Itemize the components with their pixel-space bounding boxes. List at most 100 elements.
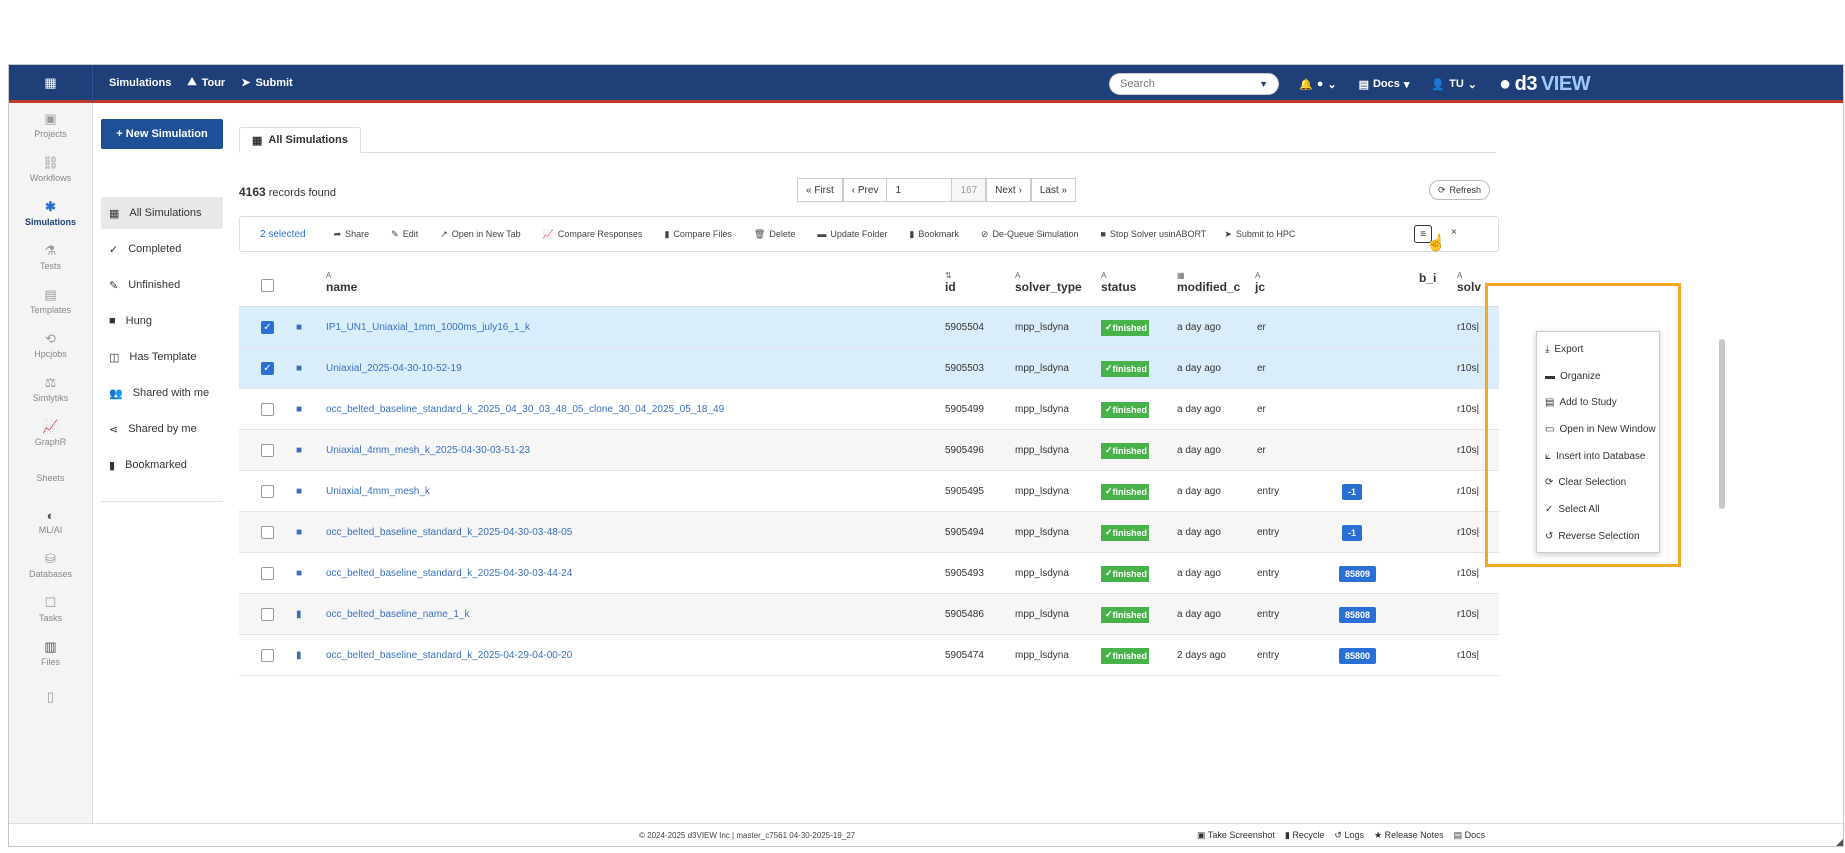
menu-item-reverse-selection[interactable]: ↺ Reverse Selection [1537, 523, 1659, 550]
job-id-badge[interactable]: 85808 [1339, 606, 1377, 623]
delete-button[interactable]: 🗑 Delete [754, 229, 795, 240]
open-new-tab-button[interactable]: ↗ Open in New Tab [440, 229, 520, 240]
notifications-button[interactable]: 🔔 ● ⌄ [1299, 78, 1337, 91]
search-box[interactable]: ▼ [1109, 73, 1279, 95]
user-menu[interactable]: 👤 TU ⌄ [1431, 78, 1477, 91]
sidenav-item-has-template[interactable]: ◫ Has Template [101, 341, 223, 373]
recycle-link[interactable]: ▮ Recycle [1285, 830, 1324, 841]
docs-menu[interactable]: ▤ Docs ▾ [1359, 78, 1410, 91]
pager-last-button[interactable]: Last » [1030, 178, 1077, 202]
simulation-name-link[interactable]: occ_belted_baseline_standard_k_2025-04-3… [326, 512, 926, 553]
row-checkbox[interactable] [261, 608, 274, 621]
menu-item-insert-database[interactable]: ⟀ Insert into Database [1537, 443, 1659, 470]
rail-item-sheets[interactable]: Sheets [9, 455, 92, 499]
rail-item-workflows[interactable]: ⛓ Workflows [9, 147, 92, 191]
tab-all-simulations[interactable]: ▦ All Simulations [239, 127, 361, 153]
simulation-name-link[interactable]: occ_belted_baseline_standard_k_2025-04-2… [326, 635, 926, 676]
resize-corner[interactable] [1831, 837, 1843, 846]
apps-menu-button[interactable]: ▦ [9, 65, 93, 102]
row-checkbox[interactable] [261, 526, 274, 539]
menu-item-clear-selection[interactable]: ⟳ Clear Selection [1537, 469, 1659, 496]
job-id-badge[interactable]: 85800 [1339, 647, 1377, 664]
simulation-name-link[interactable]: occ_belted_baseline_standard_k_2025-04-3… [326, 553, 926, 594]
d3view-logo[interactable]: ● d3 VIEW [1499, 73, 1591, 96]
row-checkbox[interactable] [261, 403, 274, 416]
table-row[interactable]: ▮ occ_belted_baseline_name_1_k 5905486 mpp_… [239, 594, 1499, 635]
vertical-scrollbar[interactable] [1719, 339, 1725, 509]
simulation-name-link[interactable]: occ_belted_baseline_standard_k_2025_04_3… [326, 389, 926, 430]
simulation-name-link[interactable]: Uniaxial_4mm_mesh_k_2025-04-30-03-51-23 [326, 430, 926, 471]
row-checkbox[interactable] [261, 649, 274, 662]
submit-button[interactable]: ➤ Submit [241, 76, 293, 90]
rail-item-simulations[interactable]: ✱ Simulations [9, 191, 92, 235]
column-job[interactable]: Ajc [1255, 271, 1265, 294]
tour-button[interactable]: ⛰ Tour [187, 76, 225, 89]
search-input[interactable] [1120, 78, 1240, 90]
sidenav-item-completed[interactable]: ✓ Completed [101, 233, 223, 265]
submit-hpc-button[interactable]: ➤ Submit to HPC [1224, 229, 1295, 240]
column-job-id[interactable]: b_i [1419, 271, 1436, 285]
rail-item-mlai[interactable]: ◐ ML/AI [9, 499, 92, 543]
menu-item-organize[interactable]: ▬ Organize [1537, 363, 1659, 390]
simulation-name-link[interactable]: occ_belted_baseline_name_1_k [326, 594, 926, 635]
search-dropdown-icon[interactable]: ▼ [1259, 79, 1268, 89]
sidenav-item-unfinished[interactable]: ✎ Unfinished [101, 269, 223, 301]
page-number-input[interactable]: 1 [887, 178, 952, 202]
edit-button[interactable]: ✎ Edit [391, 229, 418, 240]
row-checkbox[interactable] [261, 485, 274, 498]
menu-item-open-new-window[interactable]: ▭ Open in New Window [1537, 416, 1659, 443]
update-folder-button[interactable]: ▬ Update Folder [817, 229, 887, 239]
simulation-name-link[interactable]: Uniaxial_4mm_mesh_k [326, 471, 926, 512]
rail-item-files[interactable]: ▥ Files [9, 631, 92, 675]
pager-prev-button[interactable]: ‹ Prev [842, 178, 888, 202]
rail-item-tests[interactable]: ⚗ Tests [9, 235, 92, 279]
docs-link[interactable]: ▤ Docs [1454, 830, 1486, 841]
row-checkbox[interactable] [261, 567, 274, 580]
row-checkbox[interactable]: ✓ [261, 321, 274, 334]
column-solver[interactable]: Asolv [1457, 271, 1481, 294]
compare-files-button[interactable]: ▮ Compare Files [664, 229, 731, 240]
rail-item-templates[interactable]: ▤ Templates [9, 279, 92, 323]
table-row[interactable]: ■ occ_belted_baseline_standard_k_2025-04-… [239, 512, 1499, 553]
table-row[interactable]: ■ occ_belted_baseline_standard_k_2025-04-… [239, 553, 1499, 594]
share-button[interactable]: ➦ Share [334, 229, 370, 240]
toolbar-close-button[interactable]: × [1451, 227, 1457, 238]
column-status[interactable]: Astatus [1101, 271, 1136, 294]
pager-first-button[interactable]: « First [797, 178, 843, 202]
simulation-name-link[interactable]: IP1_UN1_Uniaxial_1mm_1000ms_july16_1_k [326, 307, 926, 348]
menu-item-add-to-study[interactable]: ▤ Add to Study [1537, 389, 1659, 416]
simulation-name-link[interactable]: Uniaxial_2025-04-30-10-52-19 [326, 348, 926, 389]
job-id-badge[interactable]: -1 [1342, 483, 1363, 500]
checkbox[interactable] [261, 279, 274, 292]
pager-next-button[interactable]: Next › [986, 178, 1031, 202]
select-all-checkbox[interactable] [261, 279, 274, 292]
table-row[interactable]: ■ Uniaxial_4mm_mesh_k_2025-04-30-03-51-23… [239, 430, 1499, 471]
job-id-badge[interactable]: 85809 [1339, 565, 1377, 582]
sidenav-item-all-simulations[interactable]: ▦ All Simulations [101, 197, 223, 229]
menu-item-select-all[interactable]: ✓ Select All [1537, 496, 1659, 523]
rail-item-graphr[interactable]: 📈 GraphR [9, 411, 92, 455]
dequeue-button[interactable]: ⊘ De-Queue Simulation [981, 229, 1079, 240]
take-screenshot-link[interactable]: ▣ Take Screenshot [1197, 830, 1275, 841]
table-row[interactable]: ✓ ■ IP1_UN1_Uniaxial_1mm_1000ms_july16_1_k… [239, 307, 1499, 348]
rail-item-databases[interactable]: ⛁ Databases [9, 543, 92, 587]
rail-item-simlytiks[interactable]: ⚖ Simlytiks [9, 367, 92, 411]
sidenav-item-hung[interactable]: ■ Hung [101, 305, 223, 337]
new-simulation-button[interactable]: + New Simulation [101, 119, 223, 149]
rail-item-more[interactable]: ▯ [9, 675, 92, 719]
sidenav-item-shared-with-me[interactable]: 👥 Shared with me [101, 377, 223, 409]
table-row[interactable]: ■ Uniaxial_4mm_mesh_k 5905495 mpp_lsdyna ✓ f… [239, 471, 1499, 512]
rail-item-projects[interactable]: ▣ Projects [9, 103, 92, 147]
refresh-button[interactable]: ⟳ Refresh [1429, 180, 1491, 200]
row-checkbox[interactable]: ✓ [261, 362, 274, 375]
sidenav-item-shared-by-me[interactable]: ⋖ Shared by me [101, 413, 223, 445]
table-row[interactable]: ▮ occ_belted_baseline_standard_k_2025-04-… [239, 635, 1499, 676]
column-solver-type[interactable]: Asolver_type [1015, 271, 1082, 294]
menu-item-export[interactable]: ⤓ Export [1537, 336, 1659, 363]
compare-responses-button[interactable]: 📈 Compare Responses [543, 229, 643, 240]
column-name[interactable]: Aname [326, 271, 357, 294]
table-row[interactable]: ■ occ_belted_baseline_standard_k_2025_04_… [239, 389, 1499, 430]
release-notes-link[interactable]: ★ Release Notes [1374, 830, 1444, 841]
stop-solver-button[interactable]: ■ Stop Solver usin [1100, 229, 1175, 239]
column-id[interactable]: ⇅ id [945, 271, 956, 294]
